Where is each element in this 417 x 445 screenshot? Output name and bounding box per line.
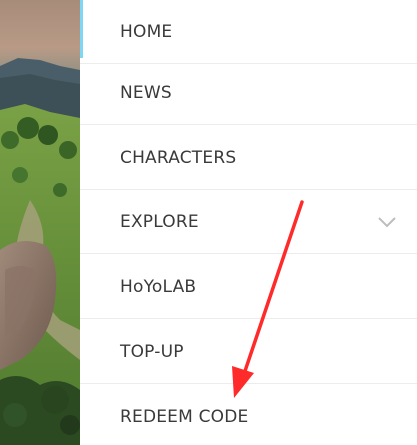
- menu-item-home[interactable]: HOME: [80, 0, 417, 64]
- chevron-down-icon[interactable]: [377, 216, 397, 228]
- menu-item-label: NEWS: [120, 82, 172, 103]
- menu-item-label: HoYoLAB: [120, 276, 197, 297]
- menu-item-characters[interactable]: CHARACTERS: [80, 126, 417, 190]
- menu-item-label: HOME: [120, 21, 173, 42]
- menu-item-redeem-code[interactable]: REDEEM CODE: [80, 385, 417, 445]
- menu-item-label: CHARACTERS: [120, 147, 237, 168]
- navigation-menu: HOME NEWS CHARACTERS EXPLORE HoYoLAB TOP…: [80, 0, 417, 445]
- active-indicator: [80, 0, 83, 58]
- menu-item-label: TOP-UP: [120, 341, 184, 362]
- menu-item-top-up[interactable]: TOP-UP: [80, 320, 417, 384]
- menu-item-label: REDEEM CODE: [120, 407, 249, 427]
- page-root: HOME NEWS CHARACTERS EXPLORE HoYoLAB TOP…: [0, 0, 417, 445]
- menu-item-explore[interactable]: EXPLORE: [80, 190, 417, 254]
- background-scenery-image: [0, 0, 80, 445]
- menu-item-hoyolab[interactable]: HoYoLAB: [80, 255, 417, 319]
- menu-item-label: EXPLORE: [120, 211, 199, 232]
- menu-item-news[interactable]: NEWS: [80, 61, 417, 125]
